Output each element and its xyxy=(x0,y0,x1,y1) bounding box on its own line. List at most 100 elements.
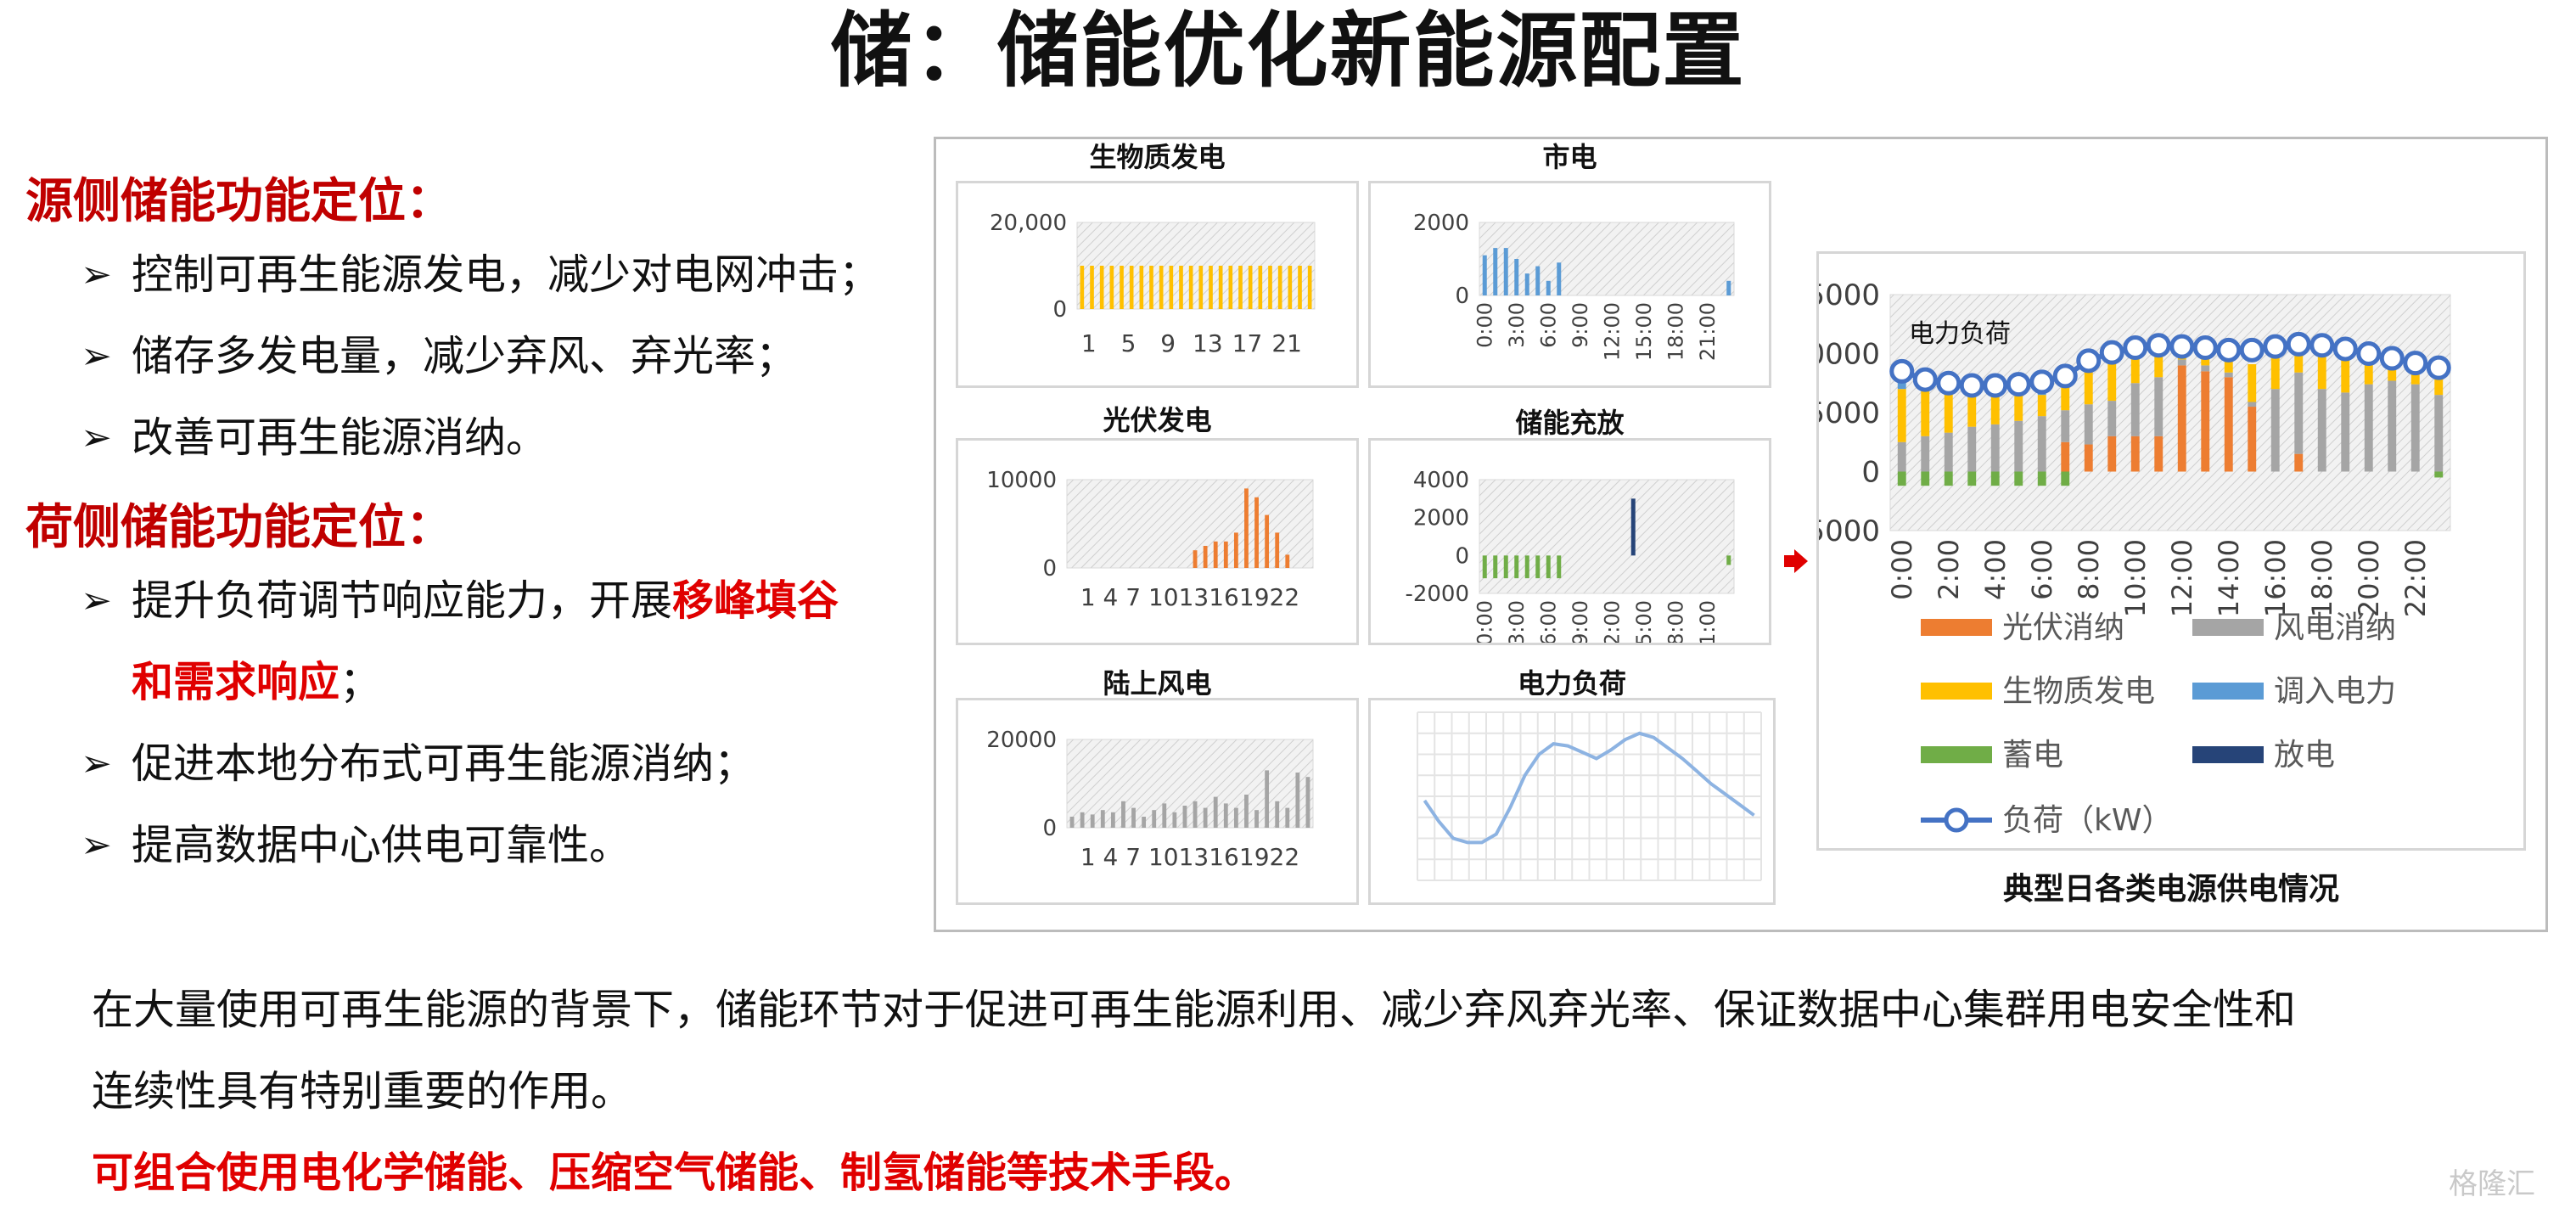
stacked-bar-segment xyxy=(2224,377,2233,472)
legend-swatch xyxy=(2192,746,2264,763)
typical-day-caption: 典型日各类电源供电情况 xyxy=(2002,872,2339,907)
load-marker xyxy=(1912,367,1938,392)
x-tick-label: 1 xyxy=(1081,329,1097,357)
x-tick-label: 9 xyxy=(1160,329,1176,357)
bar xyxy=(1285,807,1290,828)
x-tick-label: 14:00 xyxy=(2213,539,2245,617)
bar xyxy=(1228,266,1233,309)
bar xyxy=(1213,541,1218,568)
bullet-text: 控制可再生能源发电，减少对电网冲击； xyxy=(132,250,881,299)
x-tick-label: 18:00 xyxy=(1664,302,1687,361)
legend-label: 光伏消纳 xyxy=(2002,610,2124,645)
legend-swatch xyxy=(1944,807,1969,833)
bar xyxy=(1546,555,1551,579)
wind-chart: 20000 0 1 4 7 1013161922 xyxy=(986,728,1314,871)
source-item-3: ➢ 改善可再生能源消纳。 xyxy=(81,397,547,479)
bar xyxy=(1275,801,1280,828)
bar xyxy=(1557,262,1562,295)
bar xyxy=(1172,812,1177,828)
highlight-peak-shifting: 移峰填谷 xyxy=(672,576,839,625)
stacked-bar-segment xyxy=(1944,471,1953,486)
panel-typical-day: 15000 10000 5000 0 -5000 电力负荷 0:00 2:00 4:00 6:00… xyxy=(1788,251,2526,851)
bar xyxy=(1121,801,1125,828)
stacked-bar-segment xyxy=(2014,471,2023,486)
stacked-bar-segment xyxy=(1944,391,1953,433)
bar xyxy=(1193,550,1198,568)
bar xyxy=(1218,266,1223,309)
legend-swatch xyxy=(1921,746,1992,763)
x-tick-label: 12:00 xyxy=(2166,539,2198,617)
load-marker xyxy=(2052,363,2078,389)
load-marker xyxy=(1936,370,1961,396)
bar xyxy=(1142,817,1147,828)
bar xyxy=(1268,266,1272,309)
y-tick-label: 20,000 xyxy=(990,211,1067,236)
x-tick-label: 0:00 xyxy=(1886,539,1918,600)
summary-line-2: 连续性具有特别重要的作用。 xyxy=(92,1067,633,1116)
bar xyxy=(1503,555,1508,579)
bar xyxy=(1258,266,1263,309)
stacked-bar-segment xyxy=(2201,365,2210,372)
bar xyxy=(1277,266,1282,309)
bar xyxy=(1149,266,1153,309)
arrow-bullet-icon: ➢ xyxy=(81,334,112,378)
bar xyxy=(1159,266,1164,309)
y-tick-label: 0 xyxy=(1052,297,1067,323)
bar xyxy=(1131,807,1136,828)
bar xyxy=(1080,812,1085,828)
bar xyxy=(1482,255,1487,295)
y-tick-label: 0 xyxy=(1455,543,1469,569)
storage-chart: 4000 2000 0 -20000:00 3:00 6:00 9:00 12:00 15:00… xyxy=(1405,468,1735,659)
load-item-2: ➢ 促进本地分布式可再生能源消纳； xyxy=(81,723,755,805)
x-tick-label: 10:00 xyxy=(2119,539,2152,617)
bullet-text: 储存多发电量，减少弃风、弃光率； xyxy=(132,332,798,380)
y-tick-label: 0 xyxy=(1455,284,1469,309)
bar xyxy=(1630,498,1636,556)
bar xyxy=(1726,280,1731,295)
legend-swatch xyxy=(2192,683,2264,700)
bar xyxy=(1254,497,1259,568)
x-tick-label: 18:00 xyxy=(2306,539,2338,617)
bullet-text: 促进本地分布式可再生能源消纳； xyxy=(132,739,756,788)
legend-label: 生物质发电 xyxy=(2002,674,2155,709)
legend-label: 负荷（kW） xyxy=(2002,803,2172,838)
load-chart xyxy=(1417,711,1762,881)
load-marker xyxy=(2309,333,2335,358)
stacked-bar-segment xyxy=(2084,444,2093,472)
bar xyxy=(1162,803,1167,828)
stacked-bar-segment xyxy=(2224,372,2233,378)
load-marker xyxy=(2356,341,2382,366)
bar xyxy=(1213,796,1218,828)
load-marker xyxy=(2123,335,2148,361)
x-tick-label: 15:00 xyxy=(1632,600,1656,643)
stacked-bar-segment xyxy=(2248,407,2257,472)
pv-chart: 10000 0 1 4 7 1013161922 xyxy=(986,468,1314,611)
stacked-bar-segment xyxy=(2201,371,2210,472)
grid-chart: 2000 00:00 3:00 6:00 9:00 12:00 15:00 18:00 21:0… xyxy=(1413,211,1735,361)
stacked-bar-segment xyxy=(2130,383,2140,436)
stacked-bar-segment xyxy=(2061,441,2070,472)
bar xyxy=(1069,817,1075,828)
load-marker xyxy=(1983,373,2008,398)
load-item-3: ➢ 提高数据中心供电可靠性。 xyxy=(81,805,631,886)
x-tick-label: 4:00 xyxy=(1979,539,2012,600)
page-title: 储：储能优化新能源配置 xyxy=(830,3,1746,98)
y-tick-label: 2000 xyxy=(1413,211,1469,236)
bar xyxy=(1233,532,1238,568)
bar xyxy=(1265,514,1270,568)
bar xyxy=(1209,266,1213,309)
bar xyxy=(1244,488,1249,568)
pv-chart-title: 光伏发电 xyxy=(1103,404,1212,436)
bar xyxy=(1503,248,1508,295)
bar xyxy=(1482,555,1487,579)
y-tick-label: 10000 xyxy=(1819,338,1880,372)
y-tick-label: 0 xyxy=(1042,556,1057,582)
x-tick-label: 2:00 xyxy=(1933,539,1965,600)
stacked-bar-segment xyxy=(2294,453,2304,472)
bar xyxy=(1129,266,1134,309)
panel-pv: 10000 0 1 4 7 1013161922 xyxy=(956,438,1359,645)
x-tick-label: 21:00 xyxy=(1696,600,1720,643)
y-tick-label: 2000 xyxy=(1413,506,1469,531)
legend-label: 蓄电 xyxy=(2002,738,2063,773)
stacked-bar-segment xyxy=(1944,432,1953,472)
